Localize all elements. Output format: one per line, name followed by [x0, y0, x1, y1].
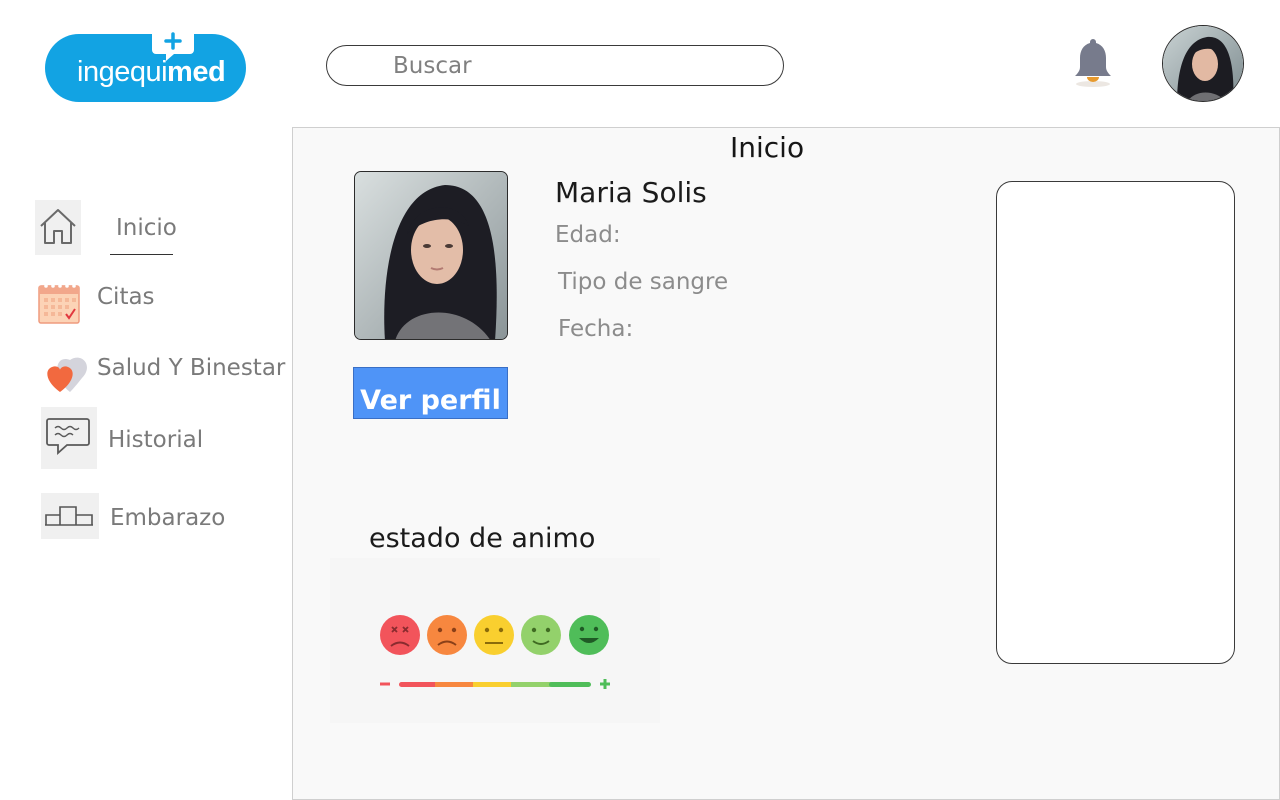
user-photo: [1163, 26, 1243, 101]
sidebar-item-label: Historial: [108, 427, 204, 453]
podium-icon-tile: [41, 493, 99, 539]
chat-icon-tile: [41, 407, 97, 469]
patient-photo: [354, 171, 508, 340]
neutral-face-icon[interactable]: [474, 615, 514, 655]
heart-icon: [47, 357, 87, 392]
active-underline: [110, 254, 173, 255]
happy-face-icon[interactable]: [521, 615, 561, 655]
info-card: [996, 181, 1235, 664]
sad-face-icon[interactable]: [427, 615, 467, 655]
brand-name: ingequimed: [77, 56, 226, 88]
patient-portrait: [355, 172, 507, 339]
page-title: Inicio: [730, 131, 805, 164]
mood-title: estado de animo: [369, 523, 596, 554]
mood-scale: [330, 558, 660, 723]
sidebar-item-salud[interactable]: Salud Y Binestar: [34, 348, 286, 400]
sidebar-item-inicio[interactable]: Inicio: [34, 199, 284, 257]
sidebar-item-label: Citas: [97, 284, 155, 310]
calendar-icon: [38, 284, 80, 324]
age-label: Edad:: [555, 222, 621, 248]
home-icon-tile: [35, 200, 81, 255]
patient-name: Maria Solis: [555, 176, 707, 209]
sidebar-item-label: Inicio: [116, 215, 177, 241]
mood-gradient-bar: [380, 679, 610, 689]
search-bar[interactable]: [326, 45, 784, 86]
sidebar-item-embarazo[interactable]: Embarazo: [34, 493, 284, 539]
search-input[interactable]: [393, 52, 763, 80]
blood-type-label: Tipo de sangre: [558, 269, 729, 295]
podium-icon: [45, 506, 93, 526]
notifications-button[interactable]: [1070, 36, 1116, 88]
sidebar-item-historial[interactable]: Historial: [34, 407, 284, 469]
sidebar-item-label: Embarazo: [110, 505, 226, 531]
view-profile-button[interactable]: Ver perfil: [353, 367, 508, 419]
home-icon: [40, 209, 76, 244]
chat-bubble-icon: [46, 418, 90, 456]
very-happy-face-icon[interactable]: [569, 615, 609, 655]
brand-logo[interactable]: ingequimed: [45, 30, 246, 102]
user-avatar[interactable]: [1162, 25, 1244, 102]
bell-icon: [1075, 39, 1111, 87]
very-sad-face-icon[interactable]: [380, 615, 420, 655]
sidebar-item-citas[interactable]: Citas: [34, 278, 284, 328]
sidebar-item-label: Salud Y Binestar: [97, 355, 286, 381]
date-label: Fecha:: [558, 316, 634, 342]
